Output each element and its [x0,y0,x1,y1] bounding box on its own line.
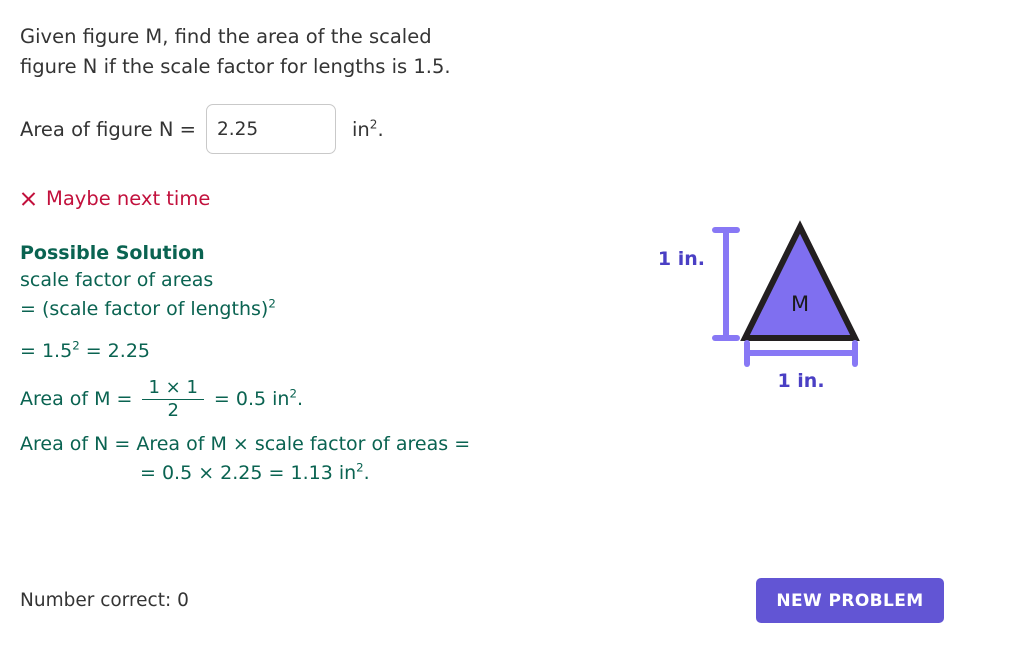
height-dimension-marker [712,227,740,341]
area-n-result-prefix: = 0.5 × 2.25 = 1.13 in [140,462,357,485]
solution-line-2-exponent: 2 [268,296,276,311]
area-n-result-exponent: 2 [356,460,364,475]
area-m-result: = 0.5 in2. [213,387,304,410]
triangle-label-m: M [791,292,809,316]
area-m-result-exponent: 2 [289,386,297,401]
solution-area-n-line: Area of N = Area of M × scale factor of … [20,433,471,456]
problem-panel: Given figure M, find the area of the sca… [20,22,620,488]
unit-base: in [352,117,370,141]
solution-line-3-suffix: = 2.25 [79,339,150,362]
solution-area-m-line: Area of M = 1 × 1 2 = 0.5 in2. [20,376,620,422]
figure-diagram: 1 in. M 1 in. [645,210,945,400]
width-dimension-marker [744,340,858,367]
score-status: Number correct: 0 [20,590,189,611]
solution-line-2-text: = (scale factor of lengths) [20,297,269,320]
unit-period: . [377,117,384,141]
x-mark-icon [20,190,37,207]
solution-title: Possible Solution [20,241,205,264]
prompt-line-2: figure N if the scale factor for lengths… [20,55,451,78]
solution-line-1: scale factor of areas [20,268,214,291]
fraction-numerator: 1 × 1 [148,376,198,398]
new-problem-button[interactable]: NEW PROBLEM [756,578,944,623]
area-m-label: Area of M = [20,387,133,410]
answer-row: Area of figure N = in2. [20,104,620,154]
height-dimension-label: 1 in. [658,248,705,270]
area-m-fraction: 1 × 1 2 [142,376,204,422]
answer-input[interactable] [206,104,336,154]
problem-prompt: Given figure M, find the area of the sca… [20,22,490,82]
answer-label: Area of figure N = [20,117,196,141]
feedback-text: Maybe next time [46,187,211,210]
area-m-result-suffix: . [296,387,304,410]
triangle-shape-m [740,220,860,341]
solution-line-3-exponent: 2 [72,338,80,353]
fraction-denominator: 2 [167,400,179,422]
answer-unit: in2. [352,118,384,141]
solution-panel: Possible Solution scale factor of areas … [20,240,620,489]
area-n-result-suffix: . [363,462,370,485]
prompt-line-1: Given figure M, find the area of the sca… [20,25,432,48]
solution-line-3-prefix: = 1.5 [20,339,73,362]
solution-line-3: = 1.52 = 2.25 [20,337,620,366]
solution-area-n-result: = 0.5 × 2.25 = 1.13 in2. [20,459,620,488]
area-m-result-prefix: = 0.5 in [213,387,290,410]
figure-svg: 1 in. M 1 in. [658,220,860,392]
solution-line-2: = (scale factor of lengths)2 [20,295,620,324]
feedback-message: Maybe next time [20,189,620,209]
width-dimension-label: 1 in. [777,370,824,392]
